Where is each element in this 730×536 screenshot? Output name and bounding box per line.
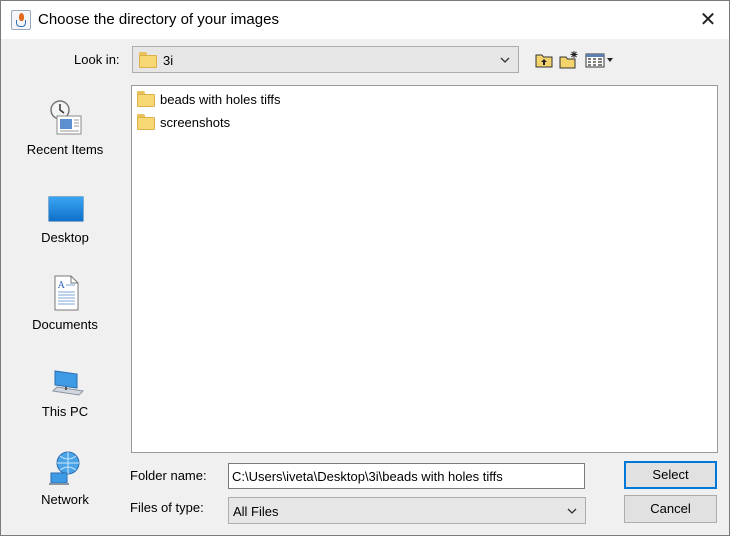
place-label: Documents [32, 317, 98, 332]
look-in-combo[interactable]: 3i [132, 46, 519, 73]
svg-text:A: A [57, 281, 65, 291]
folder-icon [137, 114, 155, 130]
java-icon [11, 10, 31, 30]
place-recent-items[interactable]: Recent Items [9, 84, 121, 164]
this-pc-icon [51, 370, 85, 396]
select-button[interactable]: Select [624, 461, 717, 489]
view-menu-icon[interactable] [585, 50, 615, 70]
place-label: Desktop [41, 230, 89, 245]
files-of-type-value: All Files [233, 504, 279, 519]
folder-icon [137, 91, 155, 107]
place-desktop[interactable]: Desktop [9, 172, 121, 252]
place-label: Recent Items [26, 142, 104, 157]
desktop-icon [48, 196, 84, 222]
look-in-value: 3i [163, 53, 174, 68]
place-this-pc[interactable]: This PC [9, 346, 121, 426]
dialog-window: Choose the directory of your images ✕ Lo… [0, 0, 730, 536]
title-bar[interactable]: Choose the directory of your images ✕ [1, 1, 729, 39]
list-item[interactable]: beads with holes tiffs [136, 88, 436, 110]
file-name: beads with holes tiffs [160, 92, 281, 107]
documents-icon: A [54, 275, 79, 311]
dialog-title: Choose the directory of your images [38, 11, 279, 28]
look-in-label: Look in: [74, 52, 120, 67]
place-network[interactable]: Network [9, 434, 121, 514]
file-name: screenshots [160, 115, 231, 130]
places-bar: Recent Items Desktop A Documents This PC… [9, 84, 121, 524]
close-button[interactable]: ✕ [697, 9, 719, 31]
file-list[interactable]: beads with holes tiffs screenshots [131, 85, 718, 453]
list-item[interactable]: screenshots [136, 111, 436, 133]
network-icon [49, 451, 80, 485]
chevron-down-icon [500, 57, 510, 63]
place-documents[interactable]: A Documents [9, 259, 121, 339]
cancel-button[interactable]: Cancel [624, 495, 717, 523]
files-of-type-combo[interactable]: All Files [228, 497, 586, 524]
place-label: This PC [41, 404, 89, 419]
files-of-type-label: Files of type: [130, 500, 204, 515]
recent-items-icon [50, 100, 82, 135]
folder-name-label: Folder name: [130, 468, 207, 483]
up-folder-icon[interactable] [534, 50, 554, 70]
place-label: Network [41, 492, 89, 507]
folder-icon [139, 52, 157, 68]
new-folder-icon[interactable] [559, 50, 579, 70]
folder-name-field[interactable] [228, 463, 585, 489]
chevron-down-icon [567, 508, 577, 514]
